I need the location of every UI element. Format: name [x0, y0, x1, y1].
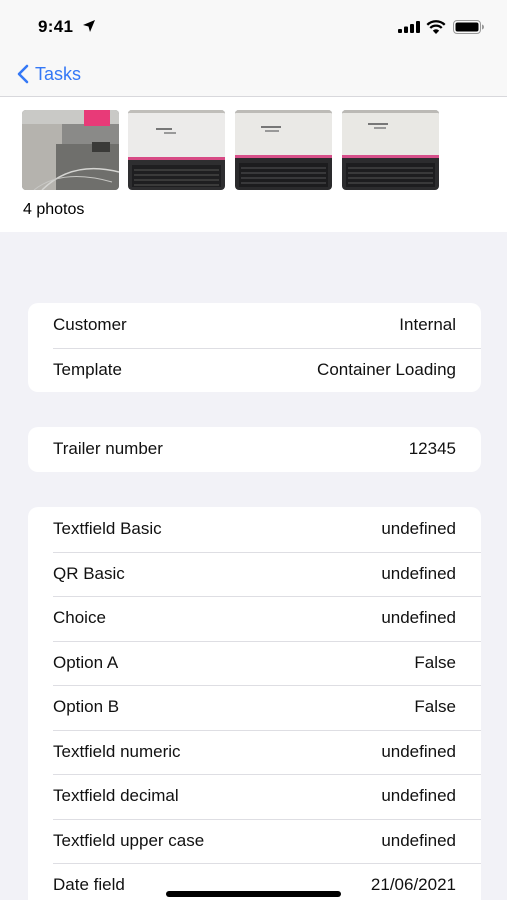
photo-count-label: 4 photos	[23, 201, 85, 218]
row-value: Container Loading	[317, 359, 456, 379]
row-value: undefined	[381, 741, 456, 761]
nav-bar: Tasks	[0, 52, 507, 97]
detail-row: QR Basic undefined	[28, 551, 481, 597]
row-label: Customer	[53, 315, 127, 335]
row-value: undefined	[381, 519, 456, 539]
summary-card: Customer Internal Template Container Loa…	[28, 303, 481, 392]
row-value: undefined	[381, 608, 456, 628]
row-label: Option A	[53, 652, 119, 672]
trailer-card: Trailer number 12345	[28, 427, 481, 472]
row-label: Textfield upper case	[53, 830, 205, 850]
back-button[interactable]: Tasks	[17, 59, 81, 89]
status-time: 9:41	[38, 17, 74, 36]
photos-panel: 4 photos	[0, 97, 507, 232]
photo-thumbnail[interactable]	[342, 110, 439, 190]
row-value: undefined	[381, 830, 456, 850]
home-indicator[interactable]	[166, 891, 341, 897]
row-value: undefined	[381, 786, 456, 806]
detail-row: Template Container Loading	[28, 347, 481, 393]
row-label: Textfield numeric	[53, 741, 181, 761]
detail-row: Textfield numeric undefined	[28, 729, 481, 775]
row-label: Trailer number	[53, 439, 163, 459]
cellular-signal-icon	[398, 21, 420, 33]
row-label: Textfield decimal	[53, 786, 179, 806]
row-label: Date field	[53, 875, 125, 895]
detail-row: Choice undefined	[28, 596, 481, 641]
row-value: False	[414, 652, 456, 672]
row-value: False	[414, 697, 456, 717]
status-bar: 9:41	[0, 0, 507, 52]
photo-thumbnail[interactable]	[235, 110, 332, 190]
photo-thumbnail[interactable]	[128, 110, 225, 190]
row-value: undefined	[381, 563, 456, 583]
detail-row: Option B False	[28, 685, 481, 730]
row-label: QR Basic	[53, 563, 125, 583]
detail-row: Textfield decimal undefined	[28, 774, 481, 819]
row-value: 21/06/2021	[370, 875, 456, 895]
fields-card: Textfield Basic undefined QR Basic undef…	[28, 507, 481, 900]
back-button-label: Tasks	[35, 63, 82, 84]
detail-row: Customer Internal	[28, 303, 481, 348]
row-value: Internal	[399, 315, 456, 335]
row-label: Textfield Basic	[53, 519, 162, 539]
row-value: 12345	[408, 439, 456, 459]
detail-row: Textfield upper case undefined	[28, 818, 481, 864]
photo-thumbnail[interactable]	[22, 110, 119, 190]
row-label: Choice	[53, 608, 106, 628]
battery-icon	[453, 20, 484, 34]
row-label: Option B	[53, 697, 120, 717]
location-arrow-icon	[83, 20, 95, 32]
detail-row: Option A False	[28, 640, 481, 686]
chevron-left-icon	[17, 64, 29, 84]
detail-row: Textfield Basic undefined	[28, 507, 481, 552]
row-label: Template	[53, 359, 122, 379]
detail-row: Trailer number 12345	[28, 427, 481, 472]
wifi-icon	[426, 20, 446, 34]
